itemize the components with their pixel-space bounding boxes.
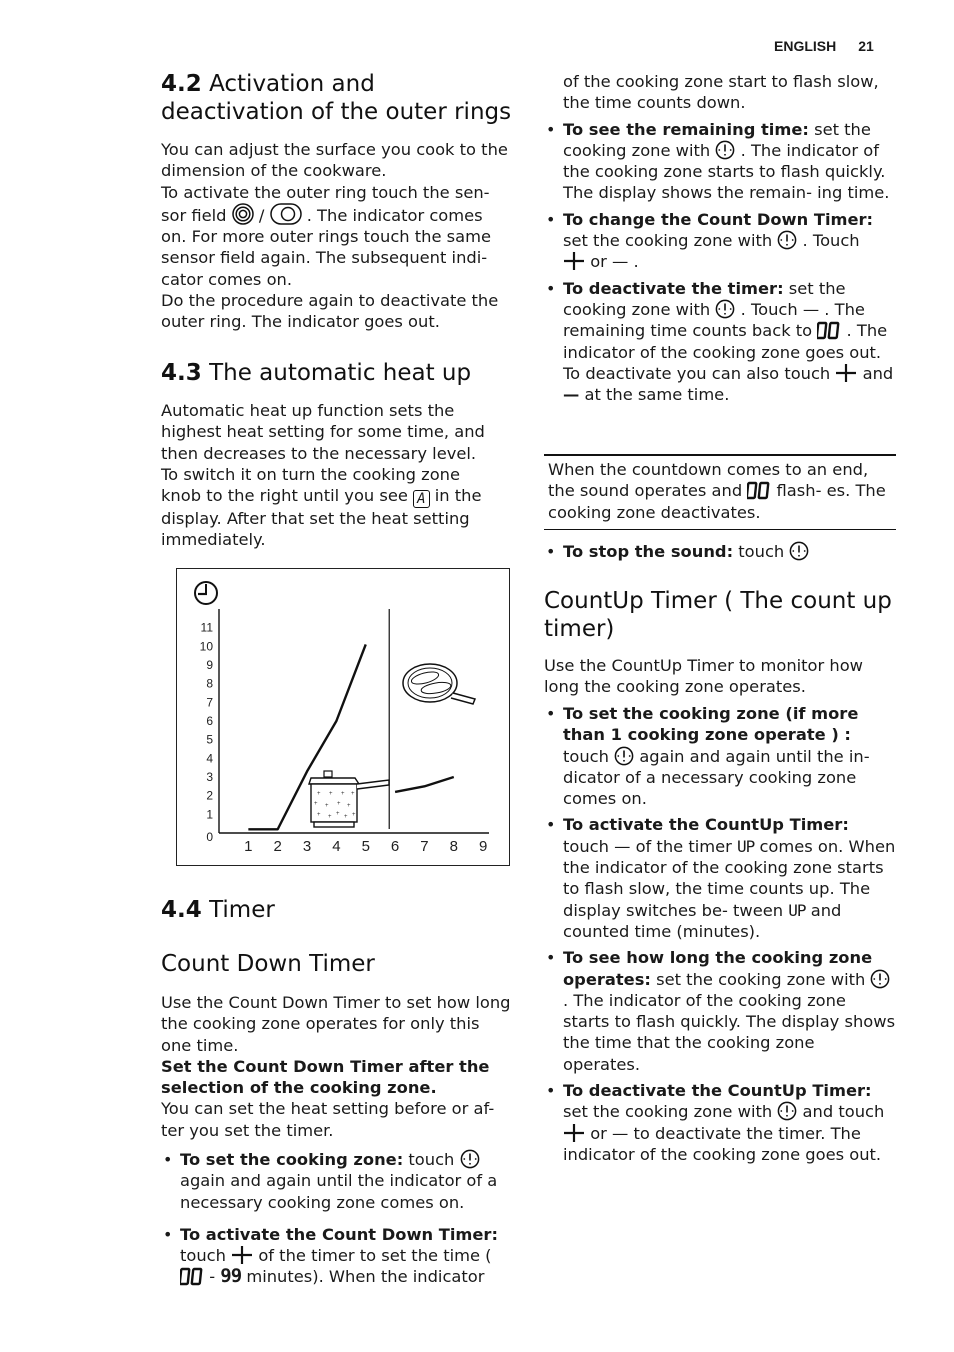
section-4-2-heading: 4.2 Activation and deactivation of the ou…: [161, 71, 512, 125]
x-tick-label: 9: [479, 838, 487, 855]
step-set-cooking-zone-countup: To set the cooking zone (if more than 1 …: [544, 703, 896, 809]
step-activate-count-down: To activate the Count Down Timer: touch …: [161, 1224, 513, 1288]
countup-paragraph: Use the CountUp Timer to monitor how lon…: [544, 656, 863, 697]
svg-text:+: +: [314, 801, 318, 807]
x-tick-label: 3: [303, 838, 311, 855]
countup-steps: To set the cooking zone (if more than 1 …: [544, 703, 896, 1165]
step-deactivate-countup: To deactivate the CountUp Timer: set the…: [544, 1080, 896, 1165]
up-display-icon: UP: [737, 836, 755, 856]
x-tick-label: 2: [274, 838, 282, 855]
s43-paragraph-1: Automatic heat up function sets the high…: [161, 401, 485, 463]
heat-up-chart-svg: 012345678910111 2 3 4 5 6 7 8 9 + + + + + + + + + + + + +: [194, 581, 489, 855]
saucepan-illustration: + + + + + + + + + + + + +: [308, 770, 390, 828]
series-line-keep-warm: [394, 775, 455, 794]
language-label: ENGLISH: [774, 38, 837, 54]
clock-icon: [194, 581, 218, 605]
y-tick-label: 3: [206, 770, 213, 784]
plus-icon: [563, 1122, 585, 1143]
timer-icon: [790, 541, 809, 561]
timer-icon: [460, 1149, 479, 1169]
svg-text:+: +: [336, 811, 340, 817]
s42-paragraph-2b: sor field / . The indicator comes: [161, 203, 513, 226]
svg-text:+: +: [329, 791, 333, 797]
plus-icon: [231, 1245, 254, 1266]
heat-up-chart: 0 1 2 3 4 5 6 7 8 9 10 11 1 2 3 4 5 6 7 8 9 + + + + + + + + + + + + +: [176, 568, 510, 866]
x-tick-label: 1: [244, 838, 252, 855]
x-tick-label: 8: [450, 838, 458, 855]
x-tick-label: 7: [420, 838, 428, 855]
svg-text:+: +: [347, 803, 351, 809]
step-see-remaining-time: To see the remaining time: set the cooki…: [544, 119, 896, 204]
svg-text:+: +: [317, 812, 321, 818]
display-99-icon: 99: [220, 1265, 242, 1288]
s44-bold-instruction: Set the Count Down Timer after the selec…: [161, 1056, 490, 1098]
y-tick-label: 4: [206, 751, 213, 765]
y-tick-label: 6: [206, 714, 213, 728]
section-4-4-heading: 4.4 Timer: [161, 897, 275, 923]
x-tick-label: 5: [362, 838, 370, 855]
stop-sound-step-list: To stop the sound: touch: [544, 541, 896, 563]
up-display-icon: UP: [788, 900, 806, 920]
oval-ring-sensor-icon: [269, 203, 302, 225]
display-00-icon: [180, 1268, 203, 1286]
y-tick-label: 2: [206, 789, 213, 803]
plus-icon: [563, 251, 585, 272]
s43-paragraph-2a: To switch it on turn the cooking zone: [161, 464, 460, 484]
y-tick-label: 1: [206, 807, 213, 821]
page-number: 21: [858, 38, 874, 54]
countdown-end-note: When the countdown comes to an end, the …: [544, 454, 896, 530]
y-tick-label: 11: [201, 621, 214, 635]
multi-ring-sensor-icon: [231, 203, 254, 225]
s42-paragraph-2c: on. For more outer rings touch the same …: [161, 227, 492, 289]
s42-paragraph-1: You can adjust the surface you cook to t…: [161, 140, 508, 181]
s42-paragraph-2a: To activate the outer ring touch the sen…: [161, 182, 490, 202]
svg-text:+: +: [351, 791, 355, 797]
svg-text:+: +: [337, 801, 341, 807]
step-set-cooking-zone: To set the cooking zone: touch again and…: [161, 1149, 513, 1213]
s42-paragraph-3: Do the procedure again to deactivate the…: [161, 291, 499, 332]
page-header: ENGLISH 21: [774, 38, 874, 54]
y-tick-label: 5: [206, 733, 213, 747]
timer-icon: [777, 1101, 797, 1121]
y-tick-label: 9: [206, 658, 213, 672]
step-change-count-down: To change the Count Down Timer: set the …: [544, 209, 896, 273]
display-00-icon: [747, 482, 770, 500]
frying-pan-illustration: [402, 663, 477, 705]
x-tick-label: 6: [391, 838, 399, 855]
s43-paragraph-2c: display. After that set the heat setting…: [161, 509, 470, 550]
svg-text:+: +: [325, 803, 329, 809]
s44-paragraph-1: Use the Count Down Timer to set how long…: [161, 993, 511, 1055]
timer-icon: [716, 140, 735, 160]
y-tick-label: 7: [206, 695, 213, 709]
count-down-steps: To set the cooking zone: touch again and…: [161, 1149, 513, 1288]
count-down-timer-heading: Count Down Timer: [161, 951, 375, 977]
s43-paragraph-2b: knob to the right until you see A in the: [161, 486, 482, 509]
y-tick-label: 10: [200, 639, 214, 653]
svg-text:+: +: [341, 791, 345, 797]
s44-paragraph-2: You can set the heat setting before or a…: [161, 1099, 495, 1140]
step-activate-countup: To activate the CountUp Timer: touch — o…: [544, 814, 896, 942]
svg-text:+: +: [352, 812, 356, 818]
step-deactivate-timer: To deactivate the timer: set the cooking…: [544, 278, 896, 406]
count-down-steps-continued: of the cooking zone start to flash slow,…: [544, 71, 896, 405]
svg-text:+: +: [344, 814, 348, 820]
y-tick-label: 8: [206, 677, 213, 691]
countup-timer-heading: CountUp Timer ( The count up timer): [544, 588, 892, 642]
step-stop-sound: To stop the sound: touch: [544, 541, 896, 563]
y-tick-label: 0: [206, 830, 213, 844]
minus-icon: —: [563, 385, 580, 405]
timer-icon: [716, 299, 735, 319]
auto-heat-up-display-icon: A: [413, 490, 430, 509]
timer-icon: [871, 969, 890, 988]
display-00-icon: [817, 322, 840, 340]
step-see-countup-time: To see how long the cooking zone operate…: [544, 947, 896, 1075]
section-4-3-heading: 4.3 The automatic heat up: [161, 360, 472, 386]
plus-icon: [835, 362, 858, 383]
svg-text:+: +: [317, 791, 321, 797]
timer-icon: [614, 746, 634, 765]
timer-icon: [777, 230, 797, 250]
step-activate-count-down-continued: of the cooking zone start to flash slow,…: [544, 71, 896, 114]
svg-text:+: +: [328, 814, 332, 820]
x-tick-label: 4: [332, 838, 340, 855]
